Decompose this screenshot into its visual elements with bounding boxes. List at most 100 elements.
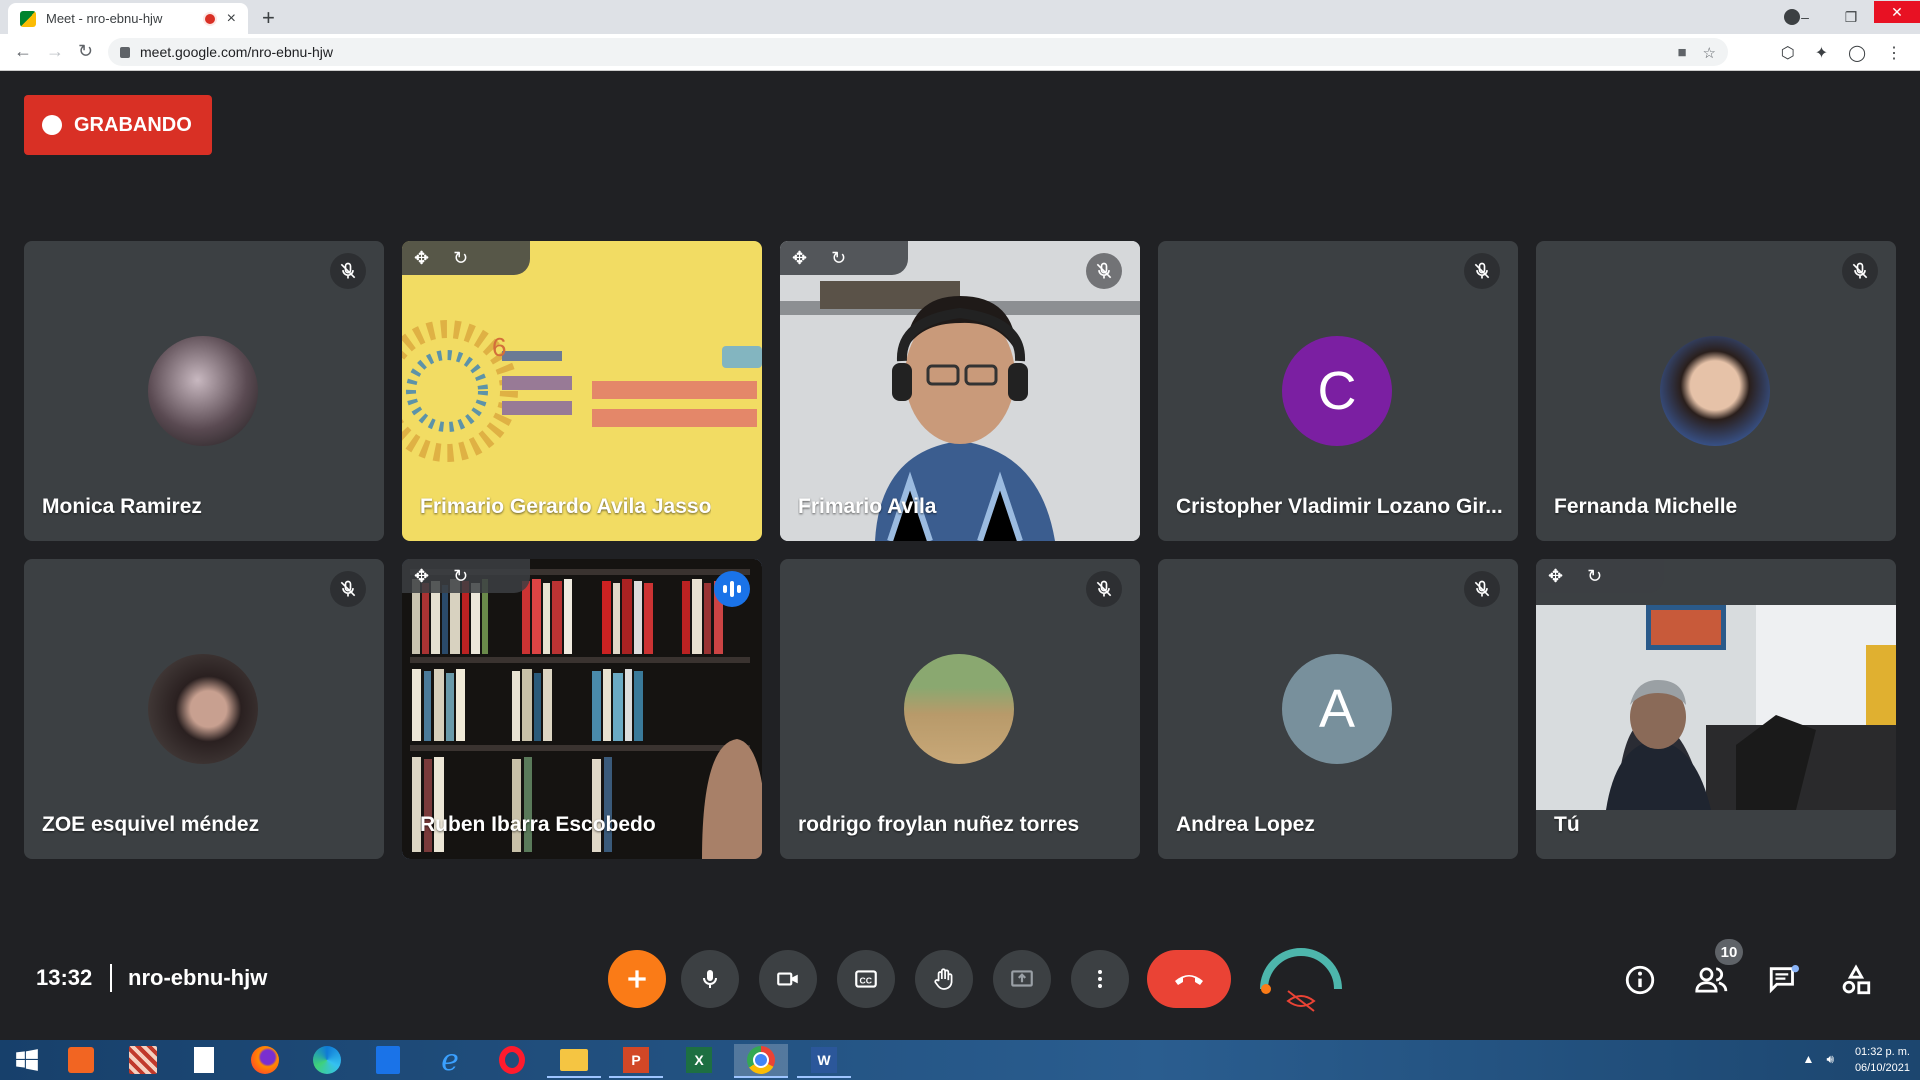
participant-name: Tú xyxy=(1554,813,1580,836)
raise-hand-button[interactable] xyxy=(915,950,973,1008)
participant-name: Andrea Lopez xyxy=(1176,813,1315,836)
restore-button[interactable]: ❐ xyxy=(1828,9,1874,26)
participant-tile[interactable]: Monica Ramirez xyxy=(24,241,384,541)
hand-icon xyxy=(934,968,953,990)
move-tile-icon[interactable]: ✥ xyxy=(1548,566,1563,587)
meeting-details-button[interactable] xyxy=(1618,958,1662,1002)
taskbar-clock[interactable]: 01:32 p. m. 06/10/2021 xyxy=(1855,1044,1910,1076)
profile-avatar-icon[interactable]: ◯ xyxy=(1848,43,1866,63)
taskbar-edge[interactable] xyxy=(300,1044,354,1076)
taskbar-firefox[interactable] xyxy=(238,1044,292,1076)
activities-button[interactable] xyxy=(1834,958,1878,1002)
participant-tile[interactable]: A Andrea Lopez xyxy=(1158,559,1518,859)
close-window-button[interactable]: ✕ xyxy=(1874,1,1920,23)
participant-name: rodrigo froylan nuñez torres xyxy=(798,813,1080,836)
browser-tab-meet[interactable]: Meet - nro-ebnu-hjw × xyxy=(8,3,248,34)
taskbar-chrome[interactable] xyxy=(734,1044,788,1078)
forward-button[interactable]: → xyxy=(46,41,64,62)
participant-name: ZOE esquivel méndez xyxy=(42,813,260,836)
camera-in-use-icon[interactable]: ■ xyxy=(1677,44,1686,62)
start-button[interactable] xyxy=(0,1044,54,1076)
taskbar-date: 06/10/2021 xyxy=(1854,1062,1910,1074)
avatar xyxy=(148,654,258,764)
present-screen-button[interactable] xyxy=(993,950,1051,1008)
taskbar-ie[interactable]: e xyxy=(423,1043,477,1078)
mic-off-icon xyxy=(330,571,366,607)
refresh-tile-icon[interactable]: ↻ xyxy=(831,248,846,269)
taskbar-word[interactable]: W xyxy=(797,1044,851,1078)
system-tray: ▲ 🔊︎ xyxy=(1803,1052,1834,1067)
back-button[interactable]: ← xyxy=(14,41,32,62)
participant-name: Cristopher Vladimir Lozano Gir... xyxy=(1176,495,1503,518)
lock-icon[interactable] xyxy=(120,46,130,58)
move-tile-icon[interactable]: ✥ xyxy=(792,248,807,269)
participant-tile[interactable]: ✥ ↻ Frimario Avila xyxy=(780,241,1140,541)
taskbar-docs[interactable] xyxy=(361,1044,415,1076)
extension-cube-icon[interactable]: ⬡ xyxy=(1781,43,1795,63)
refresh-tile-icon[interactable]: ↻ xyxy=(453,248,468,269)
tab-title: Meet - nro-ebnu-hjw xyxy=(46,11,163,26)
participant-tile[interactable]: ZOE esquivel méndez xyxy=(24,559,384,859)
tab-close-icon[interactable]: × xyxy=(227,10,236,28)
hang-up-icon xyxy=(1175,975,1203,985)
taskbar-powerpoint[interactable]: P xyxy=(609,1044,663,1078)
captions-button[interactable]: CC xyxy=(837,950,895,1008)
chrome-icon xyxy=(747,1046,775,1074)
reload-button[interactable]: ↻ xyxy=(78,41,93,62)
add-button[interactable] xyxy=(608,950,666,1008)
tray-expand-icon[interactable]: ▲ xyxy=(1803,1052,1815,1067)
more-options-button[interactable] xyxy=(1071,950,1129,1008)
participant-name: Monica Ramirez xyxy=(42,495,202,518)
chat-button[interactable] xyxy=(1762,958,1806,1002)
effects-button[interactable] xyxy=(1258,945,1344,1013)
taskbar-excel[interactable]: X xyxy=(672,1044,726,1076)
refresh-tile-icon[interactable]: ↻ xyxy=(453,566,468,587)
volume-icon[interactable]: 🔊︎ xyxy=(1826,1052,1834,1067)
bookmark-star-icon[interactable]: ☆ xyxy=(1703,44,1716,62)
participant-tile[interactable]: Fernanda Michelle xyxy=(1536,241,1896,541)
taskbar-file-explorer[interactable] xyxy=(547,1044,601,1078)
taskbar-document[interactable] xyxy=(177,1044,231,1076)
mic-off-icon xyxy=(1086,571,1122,607)
microphone-button[interactable] xyxy=(681,950,739,1008)
microphone-icon xyxy=(703,970,717,988)
taskbar-photos[interactable] xyxy=(54,1044,108,1076)
recording-label: GRABANDO xyxy=(74,113,192,136)
divider xyxy=(110,964,112,992)
plus-icon xyxy=(628,970,646,988)
participant-name: Frimario Avila xyxy=(798,495,937,518)
move-tile-icon[interactable]: ✥ xyxy=(414,566,429,587)
new-tab-button[interactable]: + xyxy=(262,5,275,31)
photos-app-icon xyxy=(68,1047,94,1073)
present-icon xyxy=(1011,970,1033,987)
speaking-indicator-icon xyxy=(714,571,750,607)
extensions-puzzle-icon[interactable]: ✦ xyxy=(1815,43,1828,63)
firefox-icon xyxy=(251,1046,279,1074)
participant-tile[interactable]: C Cristopher Vladimir Lozano Gir... xyxy=(1158,241,1518,541)
participant-tile[interactable]: rodrigo froylan nuñez torres xyxy=(780,559,1140,859)
svg-text:CC: CC xyxy=(860,975,873,985)
move-tile-icon[interactable]: ✥ xyxy=(414,248,429,269)
edge-icon xyxy=(313,1046,341,1074)
folder-icon xyxy=(560,1049,588,1071)
url-text[interactable]: meet.google.com/nro-ebnu-hjw xyxy=(140,44,333,60)
tile-controls: ✥ ↻ xyxy=(1536,559,1664,593)
leave-call-button[interactable] xyxy=(1147,950,1231,1008)
more-vert-icon xyxy=(1098,970,1102,988)
participant-tile[interactable]: ✥ ↻ Ruben Ibarra Escobedo xyxy=(402,559,762,859)
avatar: A xyxy=(1282,654,1392,764)
camera-button[interactable] xyxy=(759,950,817,1008)
participant-tile[interactable]: 6 ✥ ↻ Frimario Gerardo Avila Jasso xyxy=(402,241,762,541)
document-icon xyxy=(194,1047,214,1073)
address-bar[interactable]: meet.google.com/nro-ebnu-hjw ■ ☆ xyxy=(108,38,1728,66)
window-controls: – ❐ ✕ xyxy=(1782,0,1920,34)
minimize-button[interactable]: – xyxy=(1782,9,1828,25)
participant-tile[interactable]: ✥ ↻ Tú xyxy=(1536,559,1896,859)
mic-off-icon xyxy=(330,253,366,289)
browser-menu-icon[interactable]: ⋮ xyxy=(1886,43,1902,63)
refresh-tile-icon[interactable]: ↻ xyxy=(1587,566,1602,587)
taskbar-app-red[interactable] xyxy=(116,1044,170,1076)
taskbar-opera[interactable] xyxy=(485,1044,539,1076)
shapes-icon xyxy=(1842,964,1871,995)
participant-name: Frimario Gerardo Avila Jasso xyxy=(420,495,712,518)
